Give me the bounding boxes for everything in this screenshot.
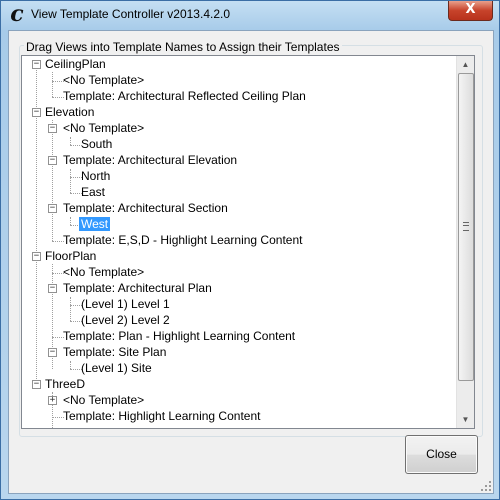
client-area: Drag Views into Template Names to Assign… [8, 30, 494, 494]
tree-line [70, 217, 71, 225]
window-title: View Template Controller v2013.4.2.0 [31, 7, 231, 21]
collapse-icon[interactable]: − [32, 60, 41, 69]
tree-node-template[interactable]: <No Template> [61, 72, 146, 88]
collapse-icon[interactable]: − [32, 252, 41, 261]
tree-node-category[interactable]: FloorPlan [43, 248, 98, 264]
tree-line [52, 72, 53, 97]
tree-node-template[interactable]: Template: Architectural Elevation [61, 152, 239, 168]
grip-icon [463, 222, 469, 231]
tree-node-template[interactable]: Template: Architectural Plan [61, 280, 214, 296]
tree-node-view[interactable]: (Level 2) Level 2 [79, 312, 172, 328]
tree-node-template[interactable]: Template: E,S,D - Highlight Learning Con… [61, 232, 304, 248]
tree-node-view[interactable]: (Level 1) Site [79, 360, 154, 376]
tree-node-category[interactable]: Elevation [43, 104, 96, 120]
tree-node-category[interactable]: ThreeD [43, 376, 87, 392]
app-icon: c [10, 1, 24, 27]
tree-node-view[interactable]: East [79, 184, 107, 200]
collapse-icon[interactable]: − [48, 348, 57, 357]
collapse-icon[interactable]: − [48, 124, 57, 133]
tree-line [70, 169, 71, 193]
tree-line [70, 361, 71, 369]
groupbox-label: Drag Views into Template Names to Assign… [24, 40, 342, 54]
title-bar[interactable]: c View Template Controller v2013.4.2.0 X [1, 1, 499, 29]
tree-node-template[interactable]: <No Template> [61, 264, 146, 280]
tree-node-template[interactable]: Template: Architectural Reflected Ceilin… [61, 88, 308, 104]
close-button[interactable]: Close [405, 435, 478, 474]
tree-node-view[interactable]: (Level 1) Level 1 [79, 296, 172, 312]
template-tree[interactable]: − − − − − − − − − + CeilingPlan <No Temp… [21, 55, 475, 429]
tree-node-template[interactable]: Template: Architectural Section [61, 200, 230, 216]
dialog-window: c View Template Controller v2013.4.2.0 X… [0, 0, 500, 500]
expand-icon[interactable]: + [48, 396, 57, 405]
vertical-scrollbar[interactable]: ▲ ▼ [456, 56, 474, 428]
tree-node-template[interactable]: <No Template> [61, 120, 146, 136]
tree-line [52, 120, 53, 241]
tree-line [70, 137, 71, 145]
tree-node-view[interactable]: South [79, 136, 114, 152]
tree-node-template[interactable]: Template: Highlight Learning Content [61, 408, 262, 424]
collapse-icon[interactable]: − [48, 156, 57, 165]
window-close-button[interactable]: X [448, 1, 493, 21]
tree-node-view[interactable]: North [79, 168, 112, 184]
scrollbar-thumb[interactable] [458, 73, 474, 381]
tree-line [70, 297, 71, 321]
collapse-icon[interactable]: − [48, 204, 57, 213]
scroll-up-arrow-icon[interactable]: ▲ [457, 56, 474, 73]
tree-node-view-selected[interactable]: West [79, 216, 111, 232]
tree-node-template[interactable]: Template: Site Plan [61, 344, 168, 360]
collapse-icon[interactable]: − [32, 380, 41, 389]
scroll-down-arrow-icon[interactable]: ▼ [457, 411, 474, 428]
tree-node-template[interactable]: Template: Plan - Highlight Learning Cont… [61, 328, 297, 344]
collapse-icon[interactable]: − [48, 284, 57, 293]
tree-node-template[interactable]: <No Template> [61, 392, 146, 408]
tree-node-category[interactable]: CeilingPlan [43, 56, 108, 72]
resize-grip-icon[interactable] [481, 481, 491, 491]
collapse-icon[interactable]: − [32, 108, 41, 117]
